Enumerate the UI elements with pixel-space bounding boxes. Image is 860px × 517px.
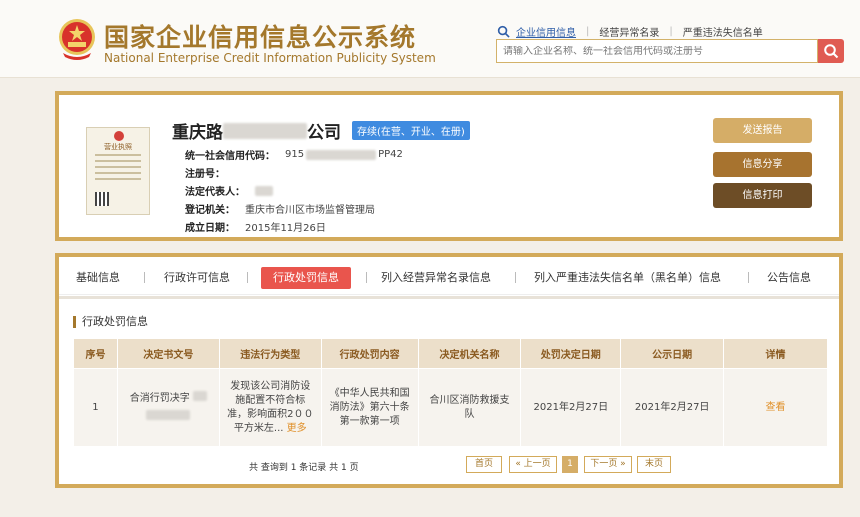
info-authority: 登记机关： 重庆市合川区市场监督管理局 [185,205,375,216]
top-nav-blacklist[interactable]: 严重违法失信名单 [683,24,763,39]
redacted-text [192,390,207,401]
cell-detail: 查看 [723,368,828,447]
cell-publish-date: 2021年2月27日 [620,368,725,447]
site-title-en: National Enterprise Credit Information P… [104,51,436,65]
column-header: 公示日期 [620,338,725,369]
license-emblem-icon [114,131,124,141]
column-header: 违法行为类型 [218,338,322,369]
search-icon [824,44,839,59]
info-established: 成立日期： 2015年11月26日 [185,223,326,234]
tab-bar: 基础信息 行政许可信息 行政处罚信息 列入经营异常名录信息 列入严重违法失信名单… [59,257,839,295]
cell-doc-no: 合消行罚决字 [116,368,220,447]
table-header-row: 序号 决定书文号 违法行为类型 行政处罚内容 决定机关名称 处罚决定日期 公示日… [73,338,828,369]
info-credit-code: 统一社会信用代码： 915 PP42 [185,149,403,162]
print-info-button[interactable]: 信息打印 [713,183,812,208]
column-header: 行政处罚内容 [320,338,419,369]
search-button[interactable] [818,39,844,63]
pagination: 共 查询到 1 条记录 共 1 页 首页 « 上一页 1 下一页 » 末页 [59,456,839,476]
national-emblem-icon [59,19,95,60]
tab-penalty-info[interactable]: 行政处罚信息 [261,267,351,289]
tab-blacklist[interactable]: 列入严重违法失信名单（黑名单）信息 [534,267,721,289]
pagination-summary: 共 查询到 1 条记录 共 1 页 [249,463,359,473]
first-page-button[interactable]: 首页 [466,456,502,473]
top-nav-abnormal-list[interactable]: 经营异常名录 [599,24,659,39]
prev-page-button[interactable]: « 上一页 [509,456,557,473]
top-nav-credit-info[interactable]: 企业信用信息 [516,24,576,39]
license-qr-icon [95,192,109,206]
column-header: 序号 [73,338,118,369]
search-box [496,39,818,63]
column-header: 详情 [723,338,828,369]
current-page-button[interactable]: 1 [562,456,578,473]
info-reg-no: 注册号： [185,169,225,180]
redacted-text [255,185,273,196]
cell-index: 1 [73,368,118,447]
column-header: 处罚决定日期 [520,338,622,369]
cell-authority: 合川区消防救援支队 [417,368,522,447]
top-nav-separator: | [669,26,673,37]
redacted-text [223,122,307,139]
company-name-suffix: 公司 [307,123,341,143]
table-row: 1 合消行罚决字 发现该公司消防设施配置不符合标准，影响面积2００平方米左...… [73,368,828,447]
send-report-button[interactable]: 发送报告 [713,118,812,143]
penalty-table: 序号 决定书文号 违法行为类型 行政处罚内容 决定机关名称 处罚决定日期 公示日… [73,338,828,447]
section-title: 行政处罚信息 [73,316,148,328]
column-header: 决定机关名称 [417,338,522,369]
info-panel: 基础信息 行政许可信息 行政处罚信息 列入经营异常名录信息 列入严重违法失信名单… [55,253,843,488]
redacted-text [146,409,191,420]
search-input[interactable] [503,45,817,57]
last-page-button[interactable]: 末页 [637,456,671,473]
business-license-image[interactable]: 营业执照 [86,127,150,215]
status-badge: 存续(在营、开业、在册) [352,121,470,140]
info-legal-rep: 法定代表人： [185,183,273,198]
top-nav-separator: | [586,26,590,37]
site-header: 国家企业信用信息公示系统 National Enterprise Credit … [0,0,860,78]
company-name-prefix: 重庆路 [172,123,223,143]
more-link[interactable]: 更多 [287,423,307,434]
search-icon [497,25,510,38]
tab-license-info[interactable]: 行政许可信息 [164,267,230,289]
penalty-section: 行政处罚信息 序号 决定书文号 违法行为类型 行政处罚内容 决定机关名称 处罚决… [59,296,839,484]
cell-decision-date: 2021年2月27日 [520,368,622,447]
company-name: 重庆路 公司 [172,118,341,143]
next-page-button[interactable]: 下一页 » [584,456,632,473]
cell-content: 《中华人民共和国消防法》第六十条第一款第一项 [320,368,419,447]
tab-announcement[interactable]: 公告信息 [767,267,811,289]
redacted-text [306,149,377,160]
license-title: 营业执照 [104,143,132,151]
column-header: 决定书文号 [116,338,220,369]
tab-basic-info[interactable]: 基础信息 [76,267,120,289]
cell-violation: 发现该公司消防设施配置不符合标准，影响面积2００平方米左... 更多 [218,368,322,447]
site-title-cn: 国家企业信用信息公示系统 [104,23,417,52]
company-card: 营业执照 重庆路 公司 存续(在营、开业、在册) 统一社会信用代码： 915 P… [55,91,843,241]
tab-abnormal-list[interactable]: 列入经营异常名录信息 [381,267,491,289]
share-info-button[interactable]: 信息分享 [713,152,812,177]
top-nav: 企业信用信息 | 经营异常名录 | 严重违法失信名单 [497,24,763,39]
view-detail-link[interactable]: 查看 [766,402,786,413]
